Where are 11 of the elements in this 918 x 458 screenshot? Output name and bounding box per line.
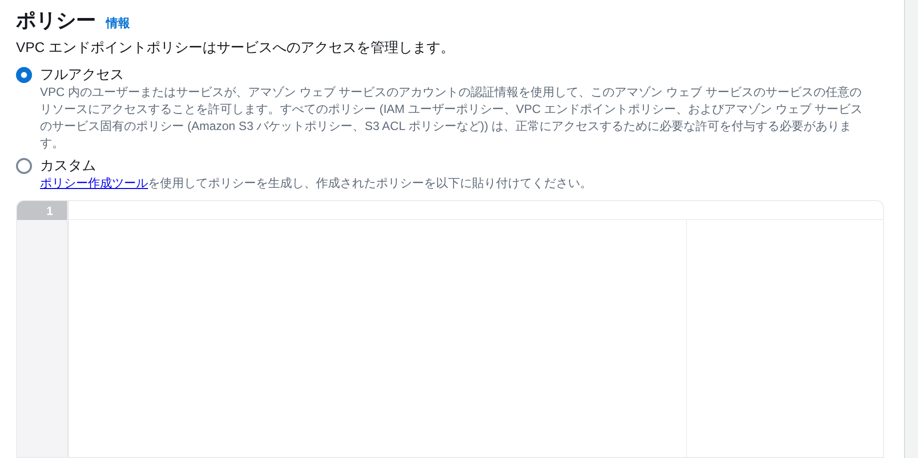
option-description: ポリシー作成ツールを使用してポリシーを生成し、作成されたポリシーを以下に貼り付けてください。	[40, 175, 592, 192]
section-description: VPC エンドポイントポリシーはサービスへのアクセスを管理します。	[16, 38, 456, 57]
option-label[interactable]: フルアクセス	[40, 64, 870, 84]
policy-generator-link[interactable]: ポリシー作成ツール	[40, 176, 148, 190]
option-description: VPC 内のユーザーまたはサービスが、アマゾン ウェブ サービスのアカウントの認証情報を使用して、このアマゾン ウェブ サービスのサービスの任意のリソースにアクセスすることを許可します。すべてのポリシー (IAM ユーザーポリシー、VPC エンドポイントポリシー、およびアマゾン ウェブ サービスのサービス固有のポリシー (Amazon S3 バケットポリシー、S3 ACL ポリシーなど)) は、正常にアクセスするために必要な許可を付与する必要があります。	[40, 84, 864, 152]
radio-button[interactable]	[16, 158, 32, 174]
info-link[interactable]: 情報	[106, 14, 130, 32]
line-number: 1	[17, 201, 67, 220]
radio-button[interactable]	[16, 67, 32, 83]
section-title: ポリシー	[16, 9, 96, 34]
option-label[interactable]: カスタム	[40, 155, 592, 175]
